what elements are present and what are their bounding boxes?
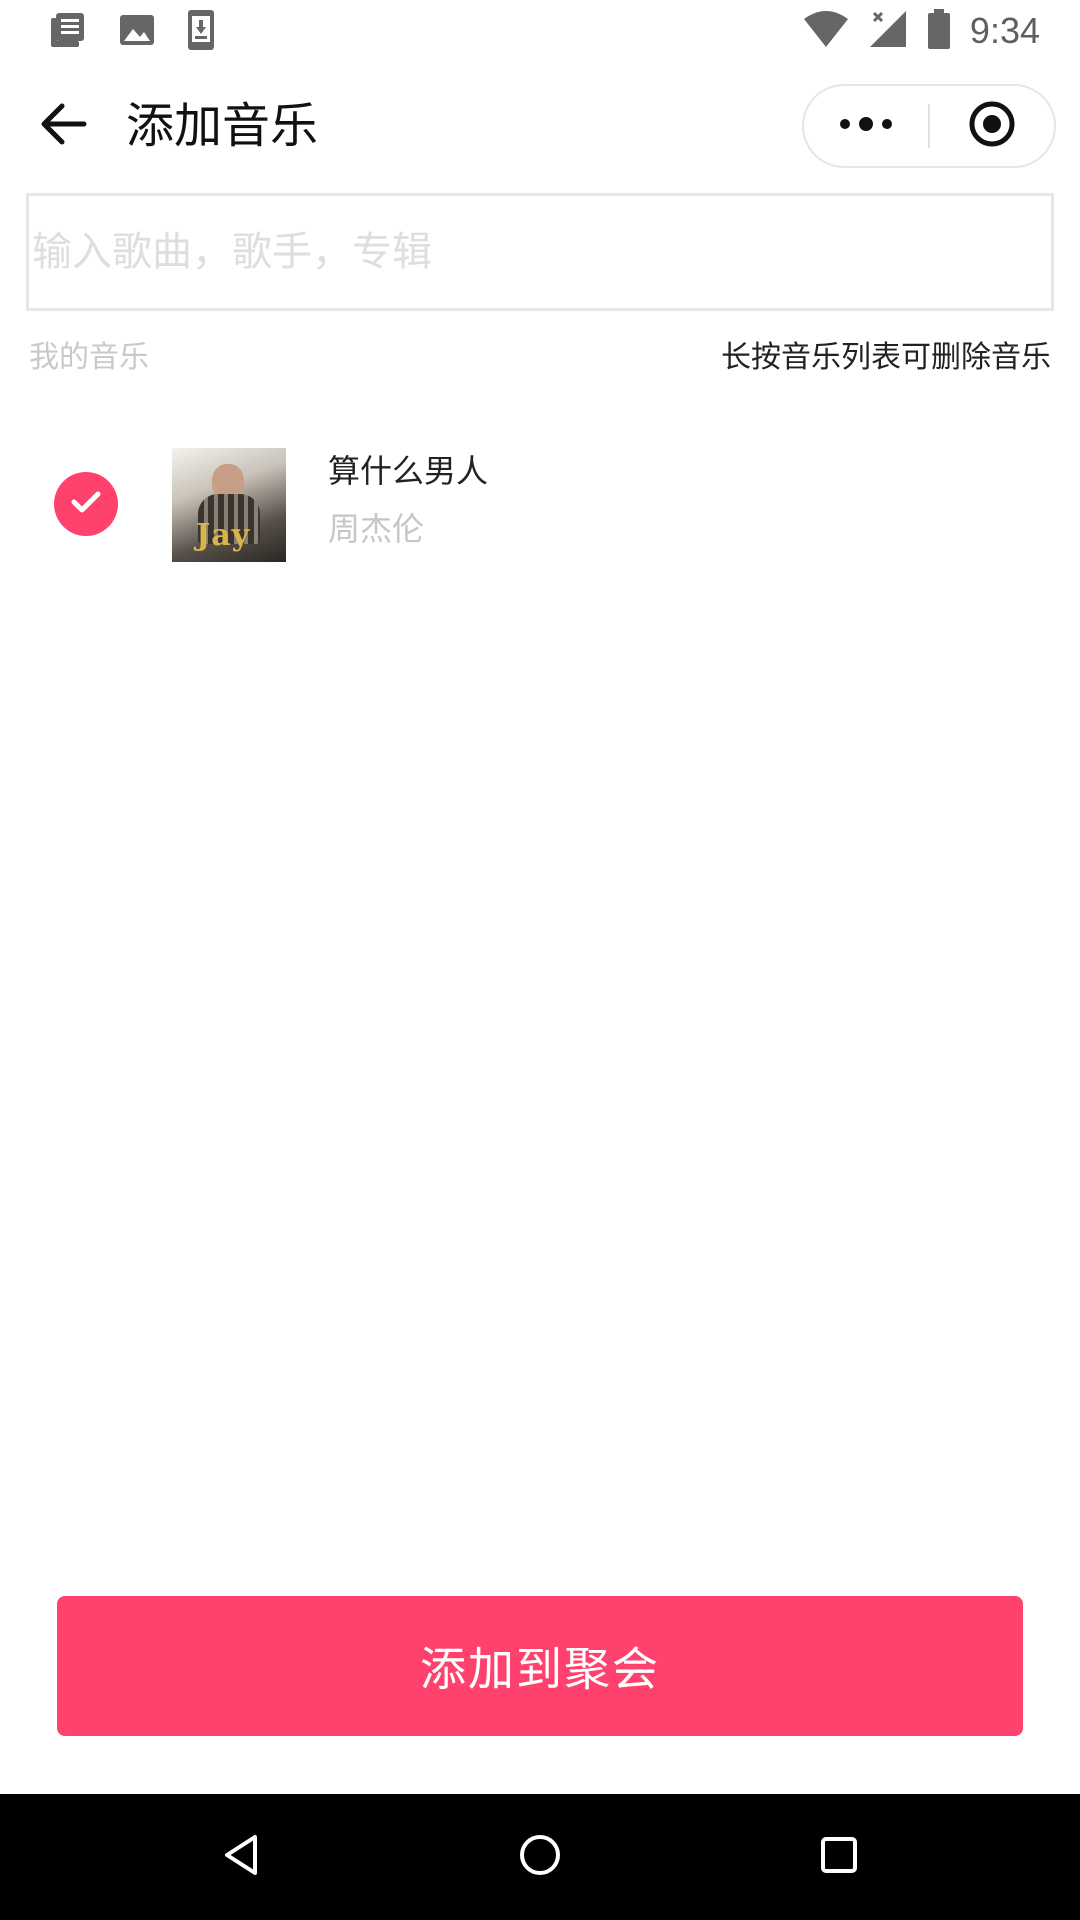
more-button[interactable] (804, 84, 928, 168)
checkmark-icon (71, 490, 101, 518)
signal-icon (868, 9, 908, 53)
android-back-button[interactable] (208, 1824, 274, 1890)
mini-program-capsule (802, 84, 1056, 168)
add-to-party-button[interactable]: 添加到聚会 (57, 1596, 1023, 1736)
status-time: 9:34 (969, 10, 1040, 51)
close-miniprogram-button[interactable] (930, 84, 1054, 168)
selected-checkbox[interactable] (54, 472, 118, 536)
status-left-icons (48, 10, 216, 54)
nav-bar: 添加音乐 (0, 78, 1080, 174)
search-input[interactable] (29, 196, 1051, 308)
page-title: 添加音乐 (126, 98, 319, 154)
target-circle-icon (968, 100, 1016, 152)
battery-icon (926, 8, 952, 54)
recents-square-icon (819, 1835, 859, 1879)
android-recents-button[interactable] (806, 1824, 872, 1890)
image-icon (118, 11, 156, 53)
back-button[interactable] (36, 98, 92, 154)
song-title: 算什么男人 (328, 452, 489, 490)
status-bar: 9:34 (0, 0, 1080, 62)
search-box (26, 193, 1054, 311)
android-home-button[interactable] (507, 1824, 573, 1890)
download-icon (186, 9, 216, 55)
album-cover: Jay (172, 448, 286, 562)
back-triangle-icon (221, 1833, 261, 1881)
android-nav-bar (0, 1794, 1080, 1920)
news-icon (48, 10, 88, 54)
cover-logo-text: Jay (196, 518, 251, 553)
status-right-icons: 9:34 (802, 8, 1040, 54)
list-item[interactable]: Jay 算什么男人 周杰伦 (0, 440, 1080, 570)
section-label-my-music: 我的音乐 (29, 340, 149, 375)
delete-hint: 长按音乐列表可删除音乐 (721, 340, 1051, 375)
song-artist: 周杰伦 (328, 510, 425, 548)
more-dots-icon (839, 116, 893, 136)
home-circle-icon (518, 1833, 562, 1881)
arrow-left-icon (40, 102, 88, 150)
wifi-icon (802, 9, 850, 53)
